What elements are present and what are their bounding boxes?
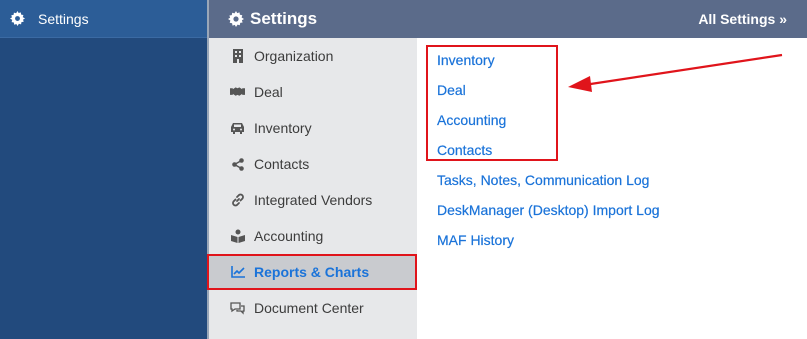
nav-item-label: Deal — [254, 84, 283, 100]
page-title: Settings — [250, 9, 318, 28]
all-settings-link[interactable]: All Settings » — [698, 11, 787, 27]
share-icon — [230, 157, 245, 172]
report-link-tasks-notes[interactable]: Tasks, Notes, Communication Log — [437, 172, 650, 188]
nav-item-label: Organization — [254, 48, 334, 64]
nav-item-label: Integrated Vendors — [254, 192, 373, 208]
app-sidebar: Settings — [0, 0, 207, 339]
report-link-inventory[interactable]: Inventory — [437, 52, 495, 68]
report-link-contacts[interactable]: Contacts — [437, 142, 492, 158]
report-link-deskmanager-import[interactable]: DeskManager (Desktop) Import Log — [437, 202, 660, 218]
app-sidebar-item-settings[interactable]: Settings — [0, 0, 207, 38]
handshake-icon — [230, 85, 245, 100]
report-link-maf-history[interactable]: MAF History — [437, 232, 514, 248]
nav-item-accounting[interactable]: Accounting — [209, 218, 417, 254]
gear-icon — [10, 11, 25, 26]
nav-item-contacts[interactable]: Contacts — [209, 146, 417, 182]
nav-item-integrated-vendors[interactable]: Integrated Vendors — [209, 182, 417, 218]
book-reader-icon — [230, 229, 245, 244]
settings-nav: Organization Deal Inventory Contacts Int… — [207, 38, 417, 339]
comments-icon — [230, 301, 245, 316]
nav-item-label: Document Center — [254, 300, 364, 316]
report-link-deal[interactable]: Deal — [437, 82, 466, 98]
car-icon — [230, 121, 245, 136]
nav-item-label: Inventory — [254, 120, 312, 136]
nav-item-organization[interactable]: Organization — [209, 38, 417, 74]
building-icon — [230, 49, 245, 64]
nav-item-document-center[interactable]: Document Center — [209, 290, 417, 326]
gear-icon — [228, 11, 244, 27]
report-link-accounting[interactable]: Accounting — [437, 112, 506, 128]
reports-content: Inventory Deal Accounting Contacts Tasks… — [417, 38, 807, 339]
nav-item-label: Contacts — [254, 156, 310, 172]
settings-header: Settings All Settings » — [209, 0, 807, 38]
link-icon — [230, 193, 245, 208]
nav-item-deal[interactable]: Deal — [209, 74, 417, 110]
nav-item-reports-charts[interactable]: Reports & Charts — [207, 254, 417, 290]
nav-item-label: Accounting — [254, 228, 324, 244]
app-sidebar-settings-label: Settings — [38, 10, 89, 27]
line-chart-icon — [230, 265, 245, 280]
nav-item-label: Reports & Charts — [254, 264, 370, 280]
nav-item-inventory[interactable]: Inventory — [209, 110, 417, 146]
